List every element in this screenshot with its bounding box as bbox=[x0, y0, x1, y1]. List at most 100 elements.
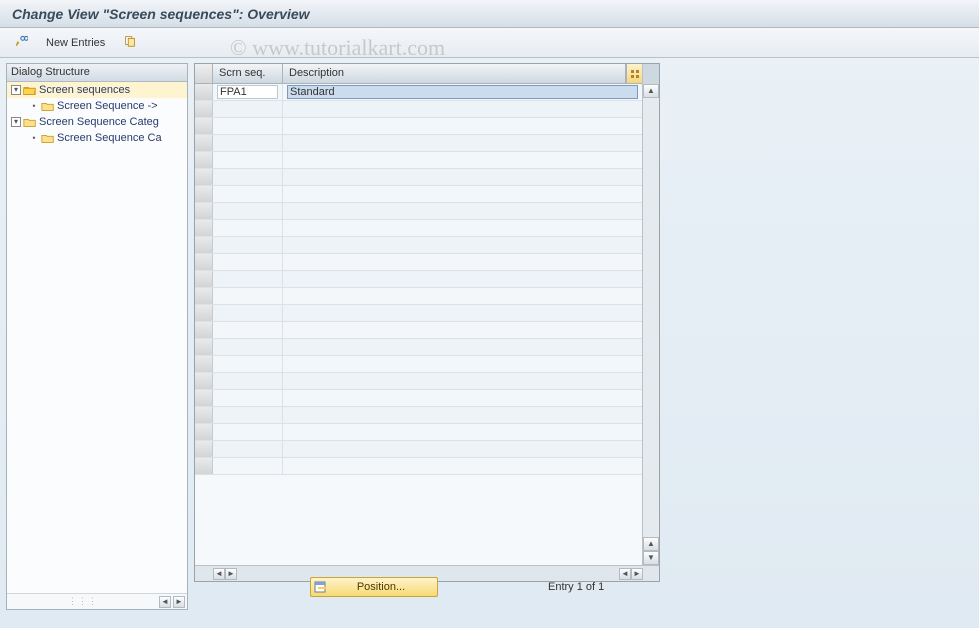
cell-scrn-seq[interactable] bbox=[213, 424, 283, 440]
table-row[interactable] bbox=[195, 237, 642, 254]
scroll-up2-icon[interactable]: ▲ bbox=[643, 537, 659, 551]
drag-handle-icon[interactable]: ⋮⋮⋮ bbox=[9, 596, 157, 607]
table-row[interactable] bbox=[195, 407, 642, 424]
scroll-down-icon[interactable]: ▼ bbox=[643, 551, 659, 565]
cell-description[interactable] bbox=[283, 169, 642, 185]
table-row[interactable] bbox=[195, 118, 642, 135]
toggle-display-change-button[interactable] bbox=[10, 33, 32, 53]
table-row[interactable] bbox=[195, 458, 642, 475]
table-row[interactable] bbox=[195, 271, 642, 288]
cell-description[interactable] bbox=[283, 237, 642, 253]
cell-scrn-seq[interactable] bbox=[213, 407, 283, 423]
copy-button[interactable] bbox=[119, 33, 141, 53]
cell-description[interactable] bbox=[283, 441, 642, 457]
cell-scrn-seq[interactable] bbox=[213, 186, 283, 202]
cell-description[interactable] bbox=[283, 152, 642, 168]
row-select-handle[interactable] bbox=[195, 424, 213, 440]
row-select-handle[interactable] bbox=[195, 84, 213, 100]
row-select-handle[interactable] bbox=[195, 356, 213, 372]
tree-node-screen-sequence-categ[interactable]: ▾ Screen Sequence Categ bbox=[7, 114, 187, 130]
table-row[interactable] bbox=[195, 203, 642, 220]
row-select-handle[interactable] bbox=[195, 237, 213, 253]
expander-icon[interactable]: ▾ bbox=[11, 85, 21, 95]
cell-scrn-seq[interactable] bbox=[213, 271, 283, 287]
scroll-up-icon[interactable]: ▲ bbox=[643, 84, 659, 98]
cell-scrn-seq[interactable] bbox=[213, 356, 283, 372]
cell-scrn-seq[interactable] bbox=[213, 254, 283, 270]
table-row[interactable] bbox=[195, 322, 642, 339]
table-settings-button[interactable] bbox=[626, 64, 642, 84]
row-select-handle[interactable] bbox=[195, 101, 213, 117]
cell-scrn-seq[interactable] bbox=[213, 101, 283, 117]
table-row[interactable] bbox=[195, 101, 642, 118]
scroll-left-icon[interactable]: ◄ bbox=[159, 596, 171, 608]
row-select-handle[interactable] bbox=[195, 135, 213, 151]
row-select-handle[interactable] bbox=[195, 373, 213, 389]
row-select-handle[interactable] bbox=[195, 441, 213, 457]
tree-node-screen-sequence-ca[interactable]: • Screen Sequence Ca bbox=[7, 130, 187, 146]
row-select-handle[interactable] bbox=[195, 152, 213, 168]
cell-description[interactable] bbox=[283, 356, 642, 372]
cell-description[interactable] bbox=[283, 101, 642, 117]
cell-description[interactable] bbox=[283, 254, 642, 270]
table-row[interactable] bbox=[195, 356, 642, 373]
row-select-handle[interactable] bbox=[195, 305, 213, 321]
cell-scrn-seq[interactable] bbox=[213, 220, 283, 236]
row-select-handle[interactable] bbox=[195, 390, 213, 406]
row-select-handle[interactable] bbox=[195, 186, 213, 202]
cell-scrn-seq[interactable] bbox=[213, 237, 283, 253]
cell-scrn-seq[interactable] bbox=[213, 390, 283, 406]
cell-scrn-seq[interactable] bbox=[213, 373, 283, 389]
position-button[interactable]: Position... bbox=[310, 577, 438, 597]
cell-description[interactable] bbox=[283, 220, 642, 236]
table-row[interactable] bbox=[195, 339, 642, 356]
tree-node-screen-sequences[interactable]: ▾ Screen sequences bbox=[7, 82, 187, 98]
vertical-scrollbar[interactable]: ▲ ▲ ▼ bbox=[643, 64, 659, 565]
table-row[interactable] bbox=[195, 152, 642, 169]
cell-scrn-seq[interactable] bbox=[213, 288, 283, 304]
cell-description[interactable] bbox=[283, 458, 642, 474]
table-row[interactable] bbox=[195, 169, 642, 186]
cell-scrn-seq[interactable] bbox=[213, 135, 283, 151]
cell-description[interactable] bbox=[283, 339, 642, 355]
scrn-seq-input[interactable]: FPA1 bbox=[217, 85, 278, 99]
table-row[interactable] bbox=[195, 390, 642, 407]
cell-scrn-seq[interactable] bbox=[213, 169, 283, 185]
cell-description[interactable] bbox=[283, 135, 642, 151]
cell-scrn-seq[interactable] bbox=[213, 322, 283, 338]
cell-description[interactable] bbox=[283, 203, 642, 219]
table-row[interactable] bbox=[195, 186, 642, 203]
new-entries-button[interactable]: New Entries bbox=[42, 33, 109, 53]
cell-description[interactable] bbox=[283, 373, 642, 389]
table-row[interactable] bbox=[195, 220, 642, 237]
cell-description[interactable] bbox=[283, 424, 642, 440]
table-row[interactable] bbox=[195, 373, 642, 390]
row-select-handle[interactable] bbox=[195, 339, 213, 355]
cell-description[interactable] bbox=[283, 322, 642, 338]
tree-node-screen-sequence-sub[interactable]: • Screen Sequence -> bbox=[7, 98, 187, 114]
cell-scrn-seq[interactable]: FPA1 bbox=[213, 84, 283, 100]
row-select-handle[interactable] bbox=[195, 271, 213, 287]
table-row[interactable] bbox=[195, 135, 642, 152]
cell-description[interactable] bbox=[283, 186, 642, 202]
cell-scrn-seq[interactable] bbox=[213, 305, 283, 321]
row-select-handle[interactable] bbox=[195, 407, 213, 423]
row-select-handle[interactable] bbox=[195, 203, 213, 219]
row-select-handle[interactable] bbox=[195, 254, 213, 270]
row-select-handle[interactable] bbox=[195, 220, 213, 236]
cell-scrn-seq[interactable] bbox=[213, 118, 283, 134]
table-row[interactable] bbox=[195, 424, 642, 441]
column-header-description[interactable]: Description bbox=[283, 64, 626, 83]
row-select-handle[interactable] bbox=[195, 118, 213, 134]
table-row[interactable] bbox=[195, 288, 642, 305]
cell-description[interactable] bbox=[283, 390, 642, 406]
table-row[interactable] bbox=[195, 254, 642, 271]
table-row[interactable]: FPA1Standard bbox=[195, 84, 642, 101]
cell-scrn-seq[interactable] bbox=[213, 339, 283, 355]
dialog-structure-tree[interactable]: ▾ Screen sequences • Screen Sequence -> … bbox=[7, 82, 187, 593]
cell-scrn-seq[interactable] bbox=[213, 458, 283, 474]
cell-scrn-seq[interactable] bbox=[213, 203, 283, 219]
cell-scrn-seq[interactable] bbox=[213, 441, 283, 457]
row-select-handle[interactable] bbox=[195, 322, 213, 338]
cell-description[interactable] bbox=[283, 288, 642, 304]
